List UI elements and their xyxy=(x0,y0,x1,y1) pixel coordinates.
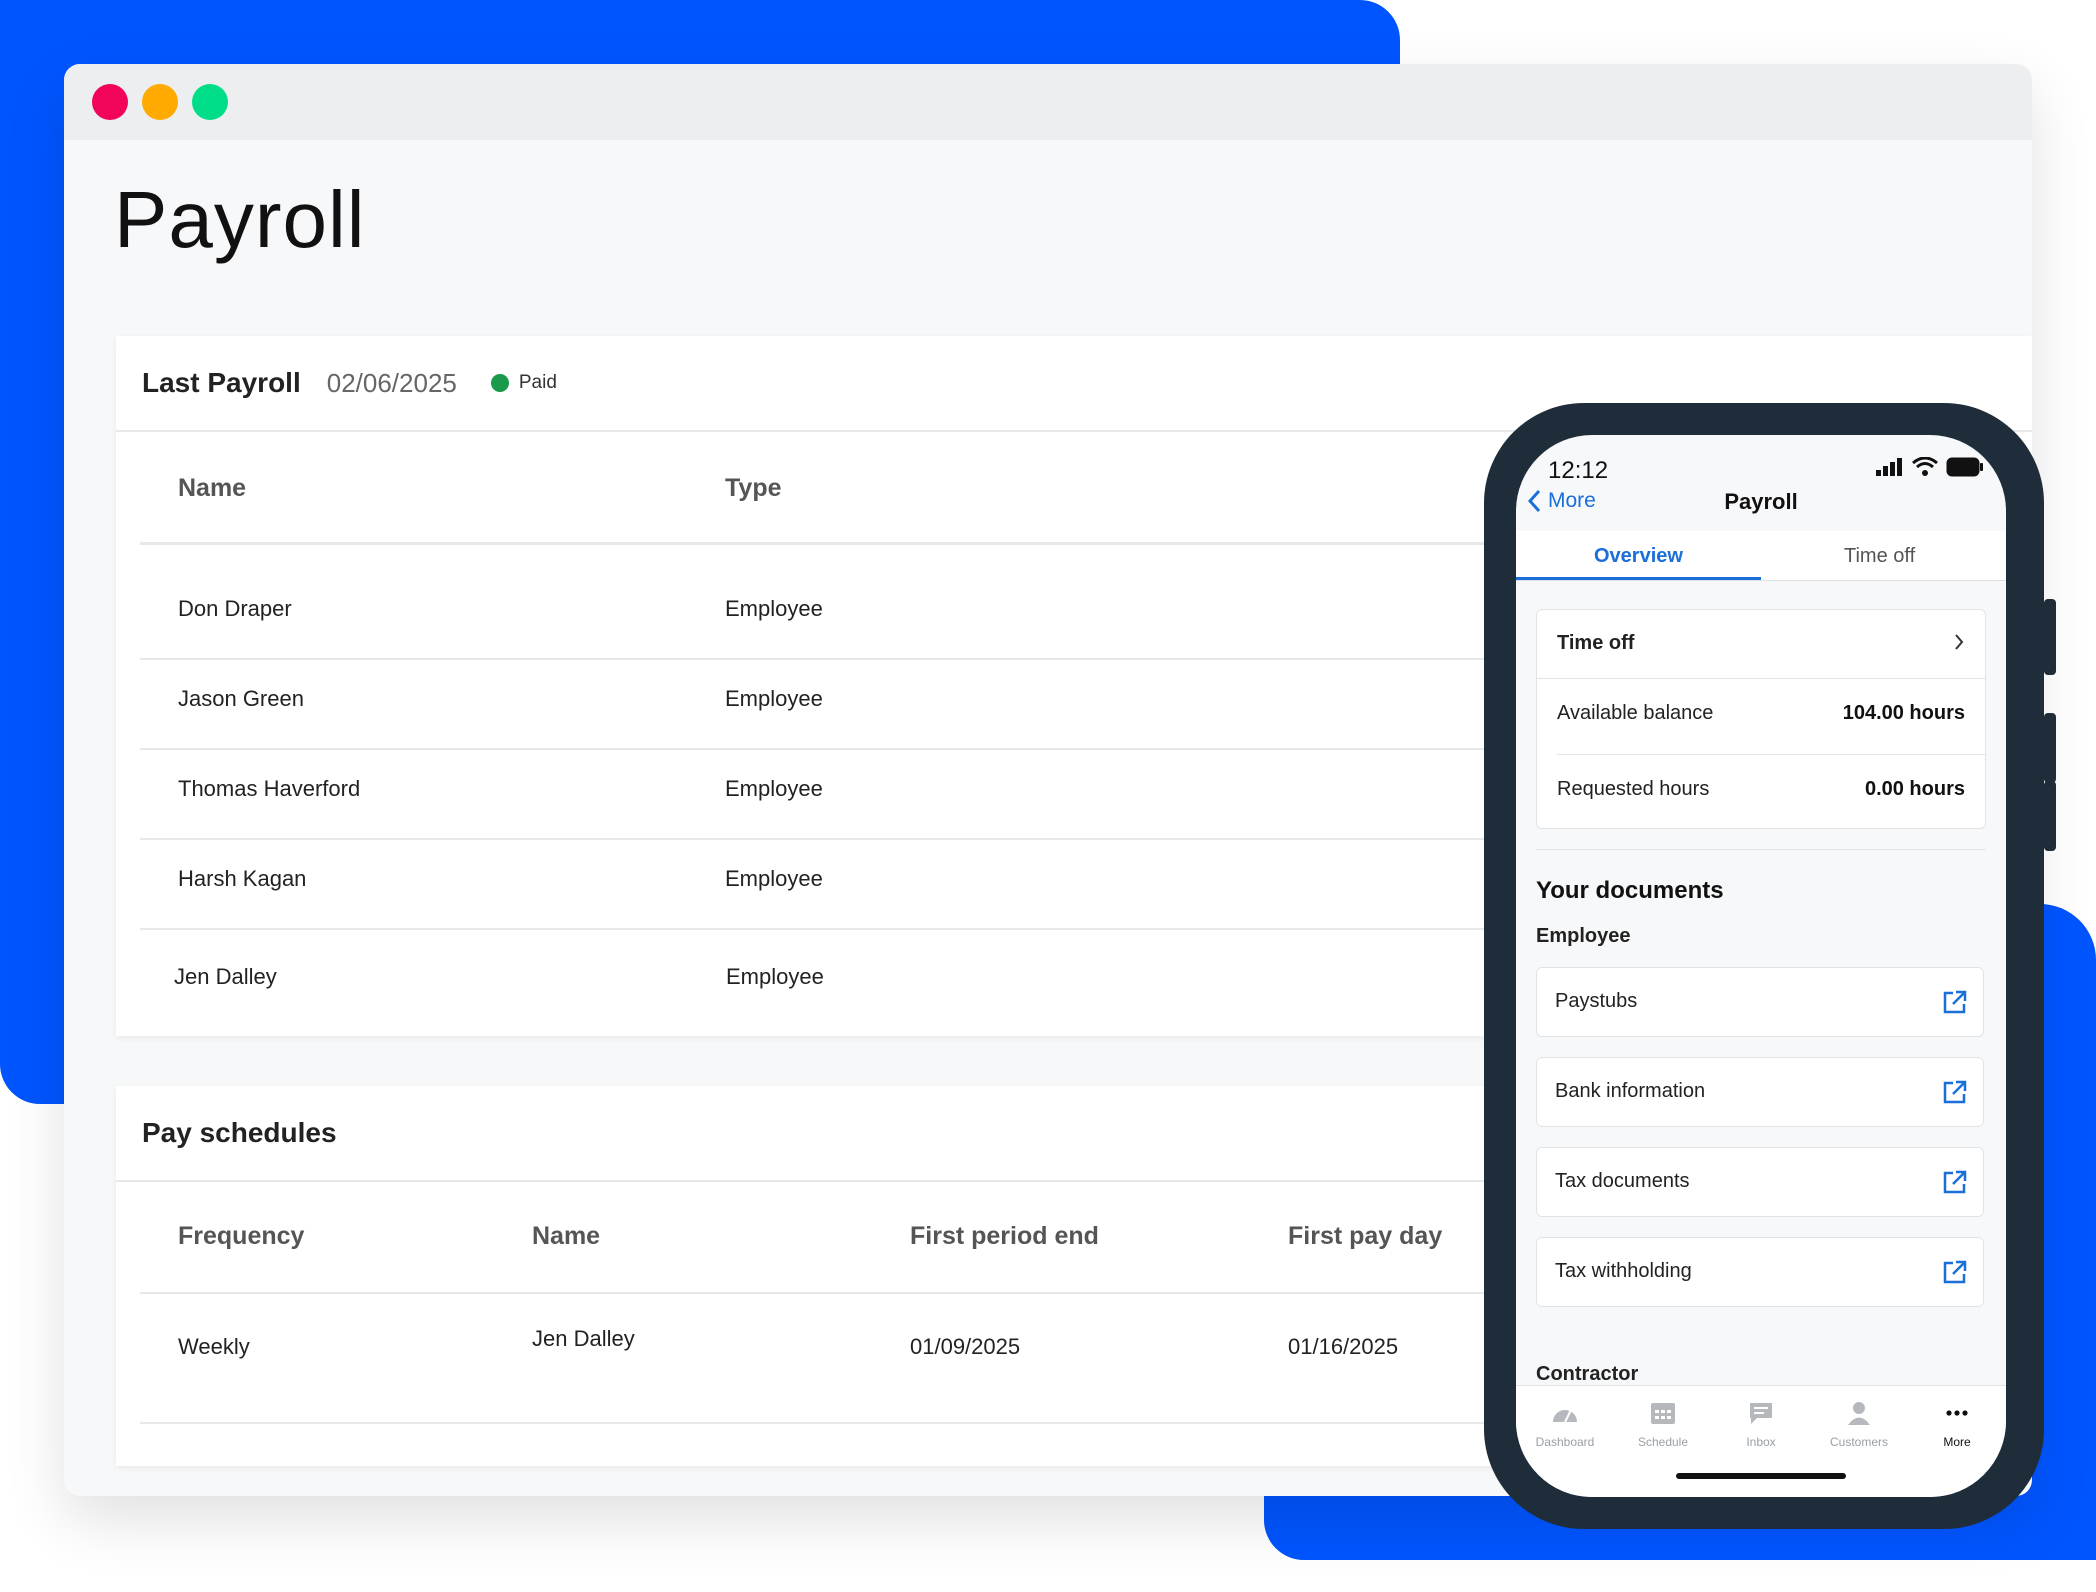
dashboard-icon xyxy=(1553,1409,1577,1423)
phone-tabs: Overview Time off xyxy=(1516,531,2006,581)
row-first-period-end: 01/09/2025 xyxy=(910,1334,1021,1359)
external-link-icon xyxy=(1943,1260,1967,1284)
last-payroll-title: Last Payroll xyxy=(142,367,301,398)
close-window-button[interactable] xyxy=(92,84,128,120)
tab-time-off[interactable]: Time off xyxy=(1844,545,1915,568)
tabbar-label: Customers xyxy=(1829,1435,1888,1449)
last-payroll-date: 02/06/2025 xyxy=(326,367,457,398)
phone-screen: 12:12 More Payroll Overview Time off Tim… xyxy=(1516,435,2006,1497)
section-divider xyxy=(1536,849,1986,850)
time-off-divider xyxy=(1537,678,1985,679)
column-header-frequency[interactable]: Frequency xyxy=(178,1222,304,1251)
maximize-window-button[interactable] xyxy=(192,84,228,120)
column-header-type[interactable]: Type xyxy=(725,474,782,503)
row-type: Employee xyxy=(725,776,823,801)
time-off-divider xyxy=(1557,754,1985,755)
calendar-icon xyxy=(1651,1403,1675,1424)
row-first-pay-day: 01/16/2025 xyxy=(1288,1334,1399,1359)
tabbar-schedule[interactable]: Schedule xyxy=(1614,1400,1712,1449)
external-link-icon xyxy=(1943,1170,1967,1194)
stage: Payroll Last Payroll 02/06/2025 Paid Nam… xyxy=(0,0,2096,1592)
doc-label: Tax withholding xyxy=(1555,1260,1692,1282)
doc-label: Paystubs xyxy=(1555,990,1638,1012)
phone-device: 12:12 More Payroll Overview Time off Tim… xyxy=(1484,403,2056,1529)
tabbar-label: Inbox xyxy=(1746,1435,1776,1449)
active-tab-indicator xyxy=(1516,577,1761,580)
tabbar-label: Schedule xyxy=(1637,1435,1689,1449)
phone-volume-up xyxy=(2044,713,2056,783)
row-type: Employee xyxy=(725,596,823,621)
tabbar-inbox[interactable]: Inbox xyxy=(1712,1400,1810,1449)
documents-title: Your documents xyxy=(1536,877,1724,904)
contractor-label: Contractor xyxy=(1536,1363,1639,1385)
row-frequency: Weekly xyxy=(178,1334,250,1359)
tabbar-label: More xyxy=(1943,1435,1971,1449)
doc-label: Tax documents xyxy=(1555,1170,1690,1192)
row-name: Jen Dalley xyxy=(174,964,277,989)
requested-hours-value: 0.00 hours xyxy=(1864,778,1965,800)
minimize-window-button[interactable] xyxy=(142,84,178,120)
row-name: Jason Green xyxy=(178,686,304,711)
row-name: Jen Dalley xyxy=(532,1326,635,1351)
chat-icon xyxy=(1750,1403,1772,1424)
time-off-card: Time off Available balance 104.00 hours … xyxy=(1536,609,1986,829)
battery-icon xyxy=(1946,457,1983,477)
column-header-name[interactable]: Name xyxy=(532,1222,600,1251)
window-titlebar xyxy=(64,64,2032,140)
tabbar-more[interactable]: More xyxy=(1908,1400,2006,1449)
row-name: Harsh Kagan xyxy=(178,866,307,891)
row-name: Don Draper xyxy=(178,596,292,621)
doc-item-tax-withholding[interactable]: Tax withholding xyxy=(1536,1237,1984,1307)
chevron-right-icon xyxy=(1955,634,1964,650)
home-indicator[interactable] xyxy=(1676,1473,1846,1479)
doc-item-paystubs[interactable]: Paystubs xyxy=(1536,967,1984,1037)
signal-icon xyxy=(1876,458,1902,476)
paid-status-dot xyxy=(490,374,509,392)
external-link-icon xyxy=(1943,1080,1967,1104)
phone-title: Payroll xyxy=(1724,489,1798,514)
employee-label: Employee xyxy=(1536,925,1631,947)
doc-item-bank-information[interactable]: Bank information xyxy=(1536,1057,1984,1127)
phone-volume-down xyxy=(2044,781,2056,851)
tabbar-dashboard[interactable]: Dashboard xyxy=(1516,1400,1614,1449)
status-icons xyxy=(1876,457,1984,477)
row-type: Employee xyxy=(725,866,823,891)
status-time: 12:12 xyxy=(1548,457,1609,484)
paid-status-label: Paid xyxy=(518,372,557,393)
wifi-icon xyxy=(1912,457,1938,476)
doc-item-tax-documents[interactable]: Tax documents xyxy=(1536,1147,1984,1217)
row-type: Employee xyxy=(725,686,823,711)
row-type: Employee xyxy=(726,964,824,989)
tabbar-label: Dashboard xyxy=(1535,1435,1595,1449)
column-header-name[interactable]: Name xyxy=(178,474,246,503)
external-link-icon xyxy=(1943,990,1967,1014)
page-title: Payroll xyxy=(114,175,366,264)
phone-tab-bar: Dashboard Schedule Inbox Customers More xyxy=(1516,1385,2006,1497)
tab-overview[interactable]: Overview xyxy=(1594,545,1683,568)
column-header-first-pay-day[interactable]: First pay day xyxy=(1288,1222,1442,1251)
time-off-title: Time off xyxy=(1557,632,1635,654)
doc-label: Bank information xyxy=(1555,1080,1706,1102)
row-name: Thomas Haverford xyxy=(178,776,361,801)
column-header-first-period-end[interactable]: First period end xyxy=(910,1222,1099,1251)
tabbar-customers[interactable]: Customers xyxy=(1810,1400,1908,1449)
person-icon xyxy=(1848,1402,1870,1425)
more-icon xyxy=(1946,1410,1968,1416)
phone-side-button xyxy=(2044,599,2056,675)
pay-schedules-title: Pay schedules xyxy=(142,1117,337,1148)
available-balance-value: 104.00 hours xyxy=(1842,702,1965,724)
phone-nav-bar: More Payroll xyxy=(1516,489,2006,531)
